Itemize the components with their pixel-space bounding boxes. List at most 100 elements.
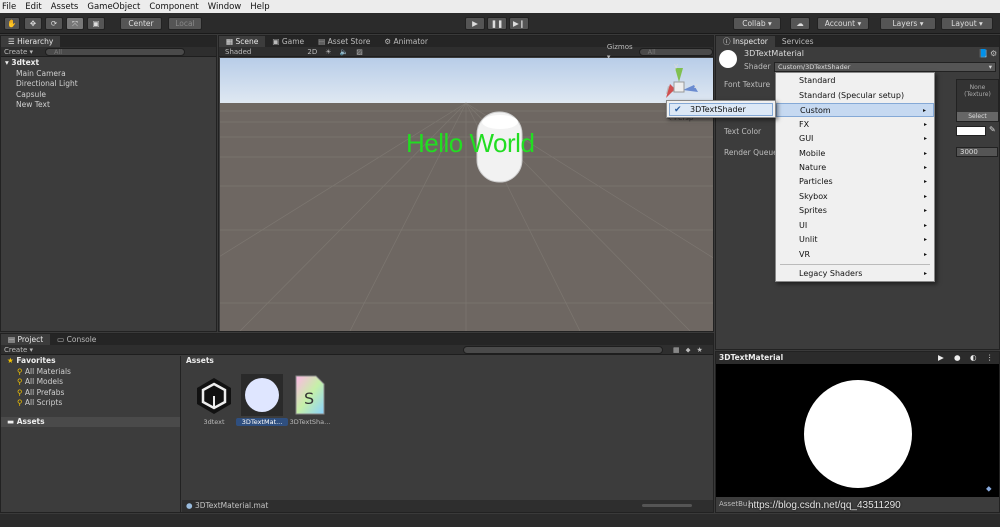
favorite-all-materials[interactable]: ⚲ All Materials — [1, 367, 180, 378]
pause-button[interactable]: ❚❚ — [487, 17, 507, 30]
favorite-all-models[interactable]: ⚲ All Models — [1, 377, 180, 388]
preview-sphere[interactable] — [804, 380, 912, 488]
favorite-all-prefabs[interactable]: ⚲ All Prefabs — [1, 388, 180, 399]
hierarchy-search-input[interactable]: All — [45, 47, 186, 56]
rect-tool-icon[interactable]: ▣ — [87, 17, 105, 30]
menu-item-vr[interactable]: VR ▸ — [776, 248, 934, 262]
assets-folder[interactable]: ▬ Assets — [1, 416, 180, 427]
shader-file-icon[interactable]: S — [292, 374, 334, 416]
menu-help[interactable]: Help — [250, 2, 269, 12]
menu-component[interactable]: Component — [149, 2, 198, 12]
texture-select-button[interactable]: Select — [957, 112, 998, 121]
scale-tool-icon[interactable]: ⤧ — [66, 17, 84, 30]
hierarchy-item-new-text[interactable]: New Text — [5, 100, 212, 111]
project-create-button[interactable]: Create ▾ — [4, 345, 33, 355]
menu-item-gui[interactable]: GUI ▸ — [776, 132, 934, 146]
pivot-label: Center — [128, 19, 154, 28]
scene-root[interactable]: ▾ 3dtext — [5, 58, 212, 69]
tab-game[interactable]: ▣ Game — [265, 36, 311, 47]
menu-item-sprites[interactable]: Sprites ▸ — [776, 204, 934, 218]
menu-item-skybox[interactable]: Skybox ▸ — [776, 190, 934, 204]
search-icon: ⚲ — [17, 366, 23, 376]
project-search-input[interactable] — [463, 345, 664, 354]
move-tool-icon[interactable]: ✥ — [24, 17, 42, 30]
menu-item-particles[interactable]: Particles ▸ — [776, 175, 934, 189]
hierarchy-item-main-camera[interactable]: Main Camera — [5, 69, 212, 80]
hierarchy-create-button[interactable]: Create ▾ — [4, 47, 33, 57]
tab-inspector[interactable]: ⓘ Inspector — [716, 36, 775, 47]
lighting-toggle-icon[interactable]: ☀ — [325, 47, 331, 57]
menu-edit[interactable]: Edit — [25, 2, 41, 12]
favorite-star-icon[interactable]: ★ — [697, 345, 703, 355]
pivot-center-button[interactable]: Center — [120, 17, 162, 30]
audio-toggle-icon[interactable]: 🔈 — [340, 47, 349, 57]
shader-dropdown[interactable]: Custom/3DTextShader ▾ — [774, 62, 996, 72]
play-button[interactable]: ▶ — [465, 17, 485, 30]
preview-light-icon[interactable]: ◐ — [970, 352, 977, 364]
menu-item-unlit[interactable]: Unlit ▸ — [776, 233, 934, 247]
menu-separator — [780, 264, 930, 265]
menu-item-fx[interactable]: FX ▸ — [776, 118, 934, 132]
book-icon[interactable]: 📘 — [978, 49, 988, 58]
favorite-all-scripts[interactable]: ⚲ All Scripts — [1, 398, 180, 409]
account-button[interactable]: Account ▾ — [817, 17, 869, 30]
filter-type-icon[interactable]: ▦ — [673, 345, 680, 355]
filter-label-icon[interactable]: ⬥ — [686, 345, 691, 355]
submenu-arrow-icon: ▸ — [923, 207, 927, 214]
render-queue-field[interactable]: 3000 — [956, 147, 998, 157]
label-tag-icon[interactable]: ⬥ — [986, 484, 992, 494]
pivot-local-button[interactable]: Local — [168, 17, 202, 30]
menu-item-mobile[interactable]: Mobile ▸ — [776, 147, 934, 161]
effects-toggle-icon[interactable]: ▨ — [356, 47, 363, 57]
gear-icon[interactable]: ⚙ — [990, 49, 997, 58]
layout-button[interactable]: Layout ▾ — [941, 17, 993, 30]
menu-item-ui[interactable]: UI ▸ — [776, 219, 934, 233]
tab-console[interactable]: ▭ Console — [50, 334, 103, 345]
step-button[interactable]: ▶❙ — [509, 17, 529, 30]
menu-item-nature[interactable]: Nature ▸ — [776, 161, 934, 175]
unity-scene-icon[interactable] — [193, 374, 235, 416]
menu-assets[interactable]: Assets — [51, 2, 79, 12]
2d-toggle[interactable]: 2D — [307, 47, 317, 57]
menu-gameobject[interactable]: GameObject — [87, 2, 140, 12]
cloud-icon[interactable]: ☁ — [790, 17, 810, 30]
submenu-arrow-icon: ▸ — [923, 222, 927, 229]
tab-hierarchy[interactable]: ☰ Hierarchy — [1, 36, 61, 47]
tab-project[interactable]: ▤ Project — [1, 334, 51, 345]
hierarchy-item-directional-light[interactable]: Directional Light — [5, 79, 212, 90]
preview-menu-icon[interactable]: ⋮ — [986, 352, 994, 364]
hierarchy-item-capsule[interactable]: Capsule — [5, 90, 212, 101]
font-texture-label: Font Texture — [724, 80, 771, 89]
menu-file[interactable]: File — [2, 2, 16, 12]
tab-asset-store[interactable]: ▤ Asset Store — [311, 36, 377, 47]
preview-play-icon[interactable]: ▶ — [938, 352, 944, 364]
hand-tool-icon[interactable]: ✋ — [4, 17, 20, 30]
collab-button[interactable]: Collab ▾ — [733, 17, 781, 30]
favorites-folder[interactable]: ★ Favorites — [1, 356, 180, 367]
menu-window[interactable]: Window — [208, 2, 242, 12]
favorite-all-prefabs-label: All Prefabs — [24, 387, 65, 397]
tab-animator[interactable]: ⚙ Animator — [377, 36, 435, 47]
eyedropper-icon[interactable]: ✎ — [989, 125, 996, 134]
text-color-swatch[interactable] — [956, 126, 986, 136]
preview-sphere-icon[interactable]: ● — [954, 352, 961, 364]
submenu-item-3dtextshader[interactable]: ✔ 3DTextShader — [669, 103, 773, 116]
layers-button[interactable]: Layers ▾ — [880, 17, 936, 30]
icon-size-slider[interactable] — [642, 504, 692, 507]
menu-item-standard[interactable]: Standard — [776, 74, 934, 88]
rotate-tool-icon[interactable]: ⟳ — [45, 17, 63, 30]
hello-world-text[interactable]: Hello World — [406, 128, 535, 159]
menu-item-standard-specular[interactable]: Standard (Specular setup) — [776, 89, 934, 103]
project-panel: ▤ Project ▭ Console Create ▾ ▦ ⬥ ★ ★ Fav… — [0, 333, 714, 513]
submenu-arrow-icon: ▸ — [922, 107, 926, 114]
menu-item-custom[interactable]: Custom ▸ — [776, 103, 934, 117]
scene-viewport[interactable]: Hello World y z ≺ Persp — [220, 58, 713, 331]
material-sphere-icon[interactable] — [241, 374, 283, 416]
shading-mode-dropdown[interactable]: Shaded — [225, 47, 251, 57]
tab-scene[interactable]: ▦ Scene — [219, 36, 266, 47]
svg-text:S: S — [304, 389, 314, 408]
texture-slot[interactable]: None (Texture) Select — [956, 79, 999, 122]
menu-item-legacy-shaders[interactable]: Legacy Shaders ▸ — [776, 267, 934, 281]
scene-search-input[interactable]: All — [638, 47, 713, 56]
tab-services[interactable]: Services — [775, 36, 821, 47]
